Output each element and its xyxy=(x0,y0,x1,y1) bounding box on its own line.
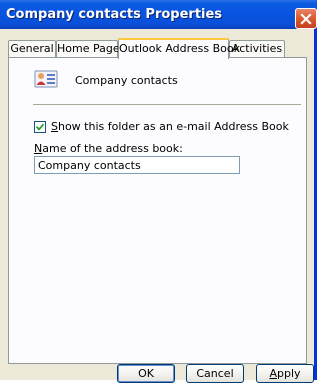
access-key-s: S xyxy=(51,120,58,133)
cancel-button[interactable]: Cancel xyxy=(186,364,244,383)
show-as-address-book-label-text: how this folder as an e-mail Address Boo… xyxy=(57,120,289,133)
separator xyxy=(33,104,301,105)
address-book-name-label-text: ame of the address book: xyxy=(42,142,183,155)
access-key-a: A xyxy=(269,367,277,380)
show-as-address-book-checkbox[interactable] xyxy=(34,121,46,133)
show-as-address-book-label[interactable]: Show this folder as an e-mail Address Bo… xyxy=(51,120,289,133)
apply-button[interactable]: Apply xyxy=(256,364,314,383)
tab-panel: Company contacts Show this folder as an … xyxy=(8,57,307,364)
title-bar[interactable]: Company contacts Properties xyxy=(0,0,317,29)
close-icon xyxy=(300,12,312,25)
ok-button[interactable]: OK xyxy=(117,364,175,383)
tab-home-page[interactable]: Home Page xyxy=(56,40,120,57)
address-book-name-input[interactable] xyxy=(34,156,240,174)
folder-name: Company contacts xyxy=(75,74,178,87)
close-button[interactable] xyxy=(295,8,317,29)
tab-outlook-address-book[interactable]: Outlook Address Book xyxy=(118,38,240,59)
window-title: Company contacts Properties xyxy=(6,7,223,22)
address-book-icon xyxy=(34,70,58,88)
access-key-n: N xyxy=(34,142,43,155)
address-book-name-label: Name of the address book: xyxy=(34,142,183,155)
apply-button-text: pply xyxy=(277,367,301,380)
properties-dialog: Company contacts Properties General Home… xyxy=(0,0,317,383)
tab-general[interactable]: General xyxy=(8,40,56,57)
